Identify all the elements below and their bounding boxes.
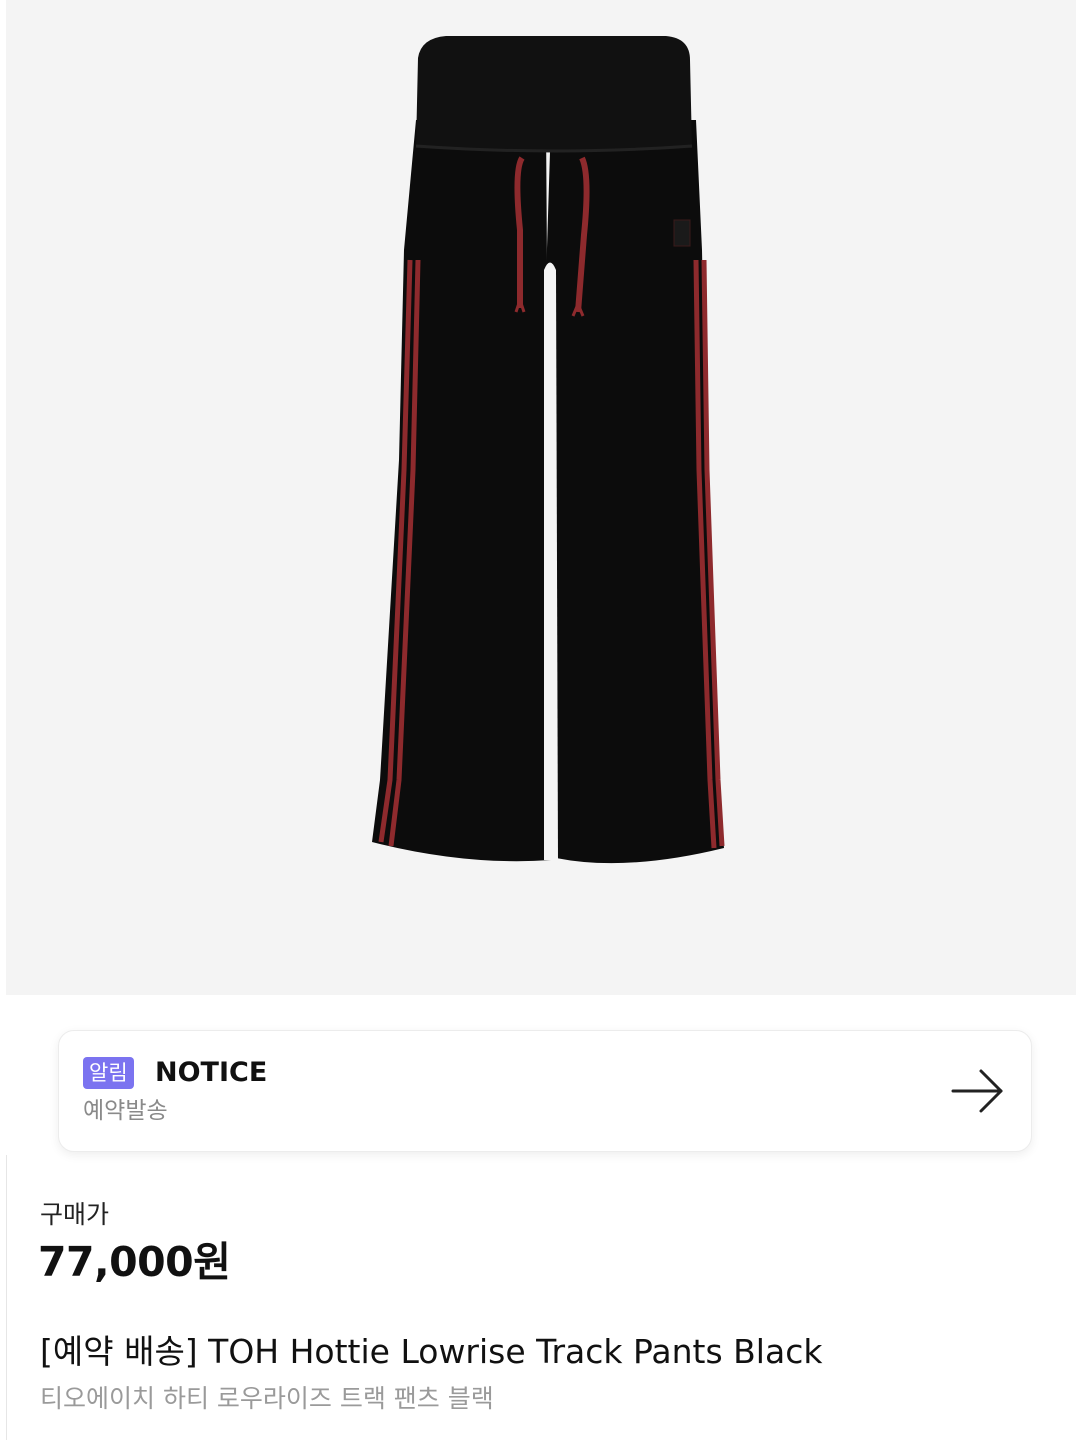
arrow-right-icon[interactable] <box>951 1067 1005 1115</box>
product-name-korean: 티오에이치 하티 로우라이즈 트랙 팬츠 블랙 <box>40 1384 494 1413</box>
price-label: 구매가 <box>40 1200 110 1229</box>
product-detail-page: 알림 NOTICE 예약발송 구매가 77,000원 [예약 배송] TOH H… <box>0 0 1080 1440</box>
notice-badge: 알림 <box>83 1057 134 1089</box>
notice-title: NOTICE <box>155 1057 268 1088</box>
divider-line <box>6 1155 7 1440</box>
product-name: [예약 배송] TOH Hottie Lowrise Track Pants B… <box>40 1332 823 1371</box>
price-value: 77,000원 <box>38 1238 231 1286</box>
notice-subtitle: 예약발송 <box>83 1098 168 1124</box>
track-pants-image <box>372 36 725 864</box>
product-image[interactable] <box>6 0 1076 995</box>
notice-card[interactable]: 알림 NOTICE 예약발송 <box>58 1030 1032 1152</box>
